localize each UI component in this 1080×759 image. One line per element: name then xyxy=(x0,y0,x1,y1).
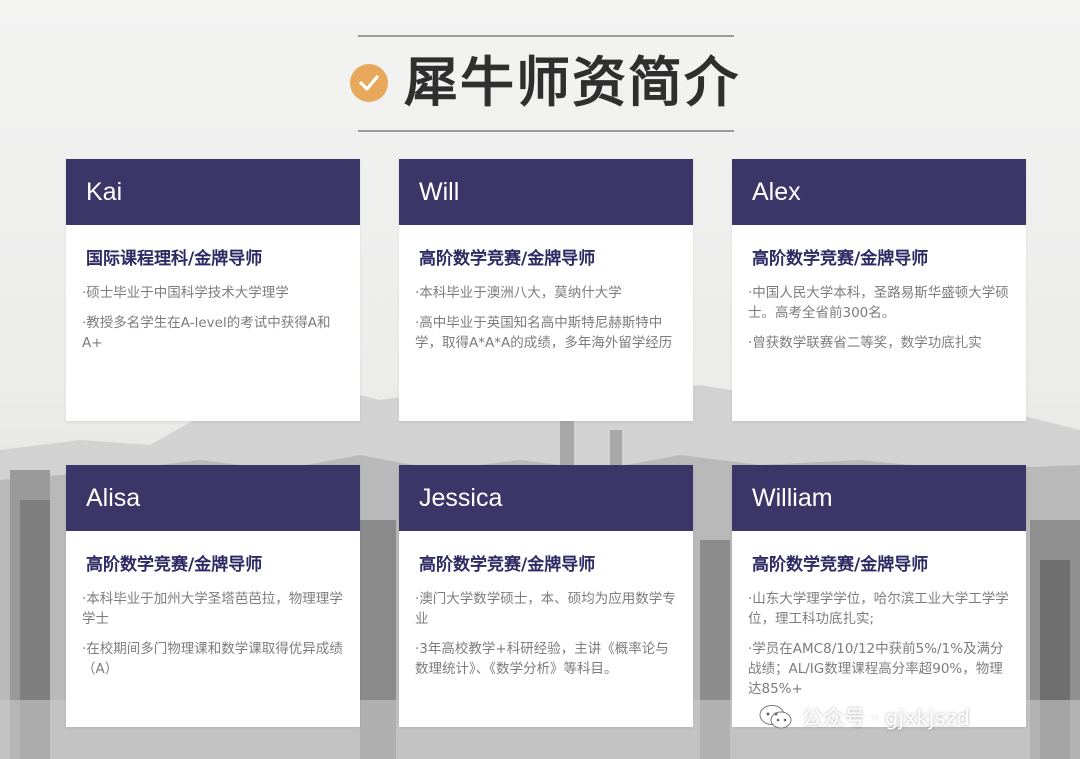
check-circle-icon xyxy=(350,64,388,102)
teacher-role: 高阶数学竞赛/金牌导师 xyxy=(752,249,929,269)
teacher-bullets: ·山东大学理学学位，哈尔滨工业大学工学学位，理工科功底扎实; ·学员在AMC8/… xyxy=(748,589,1012,699)
teacher-role: 国际课程理科/金牌导师 xyxy=(86,249,263,269)
bullet-item: ·在校期间多门物理课和数学课取得优异成绩（A） xyxy=(82,641,343,677)
teacher-card-alisa: Alisa 高阶数学竞赛/金牌导师 ·本科毕业于加州大学圣塔芭芭拉，物理理学学士… xyxy=(66,465,360,727)
title-divider-bottom xyxy=(358,130,734,132)
title-divider-top xyxy=(358,35,734,37)
wechat-icon xyxy=(759,705,792,729)
watermark-text: 公众号 · gjxkjszd xyxy=(802,706,970,730)
teacher-card-jessica: Jessica 高阶数学竞赛/金牌导师 ·澳门大学数学硕士，本、硕均为应用数学专… xyxy=(399,465,693,727)
teacher-name: Will xyxy=(399,159,693,225)
teacher-bullets: ·本科毕业于加州大学圣塔芭芭拉，物理理学学士 ·在校期间多门物理课和数学课取得优… xyxy=(82,589,346,679)
teacher-card-william: William 高阶数学竞赛/金牌导师 ·山东大学理学学位，哈尔滨工业大学工学学… xyxy=(732,465,1026,727)
teacher-card-alex: Alex 高阶数学竞赛/金牌导师 ·中国人民大学本科，圣路易斯华盛顿大学硕士。高… xyxy=(732,159,1026,421)
bullet-item: ·曾获数学联赛省二等奖，数学功底扎实 xyxy=(748,335,982,351)
bullet-item: ·本科毕业于加州大学圣塔芭芭拉，物理理学学士 xyxy=(82,591,343,627)
teacher-card-kai: Kai 国际课程理科/金牌导师 ·硕士毕业于中国科学技术大学理学 ·教授多名学生… xyxy=(66,159,360,421)
bullet-item: ·硕士毕业于中国科学技术大学理学 xyxy=(82,285,289,301)
teacher-role: 高阶数学竞赛/金牌导师 xyxy=(419,249,596,269)
bullet-item: ·中国人民大学本科，圣路易斯华盛顿大学硕士。高考全省前300名。 xyxy=(748,285,1009,321)
teacher-bullets: ·中国人民大学本科，圣路易斯华盛顿大学硕士。高考全省前300名。 ·曾获数学联赛… xyxy=(748,283,1012,353)
teacher-bullets: ·硕士毕业于中国科学技术大学理学 ·教授多名学生在A-level的考试中获得A和… xyxy=(82,283,346,353)
teacher-name: William xyxy=(732,465,1026,531)
bullet-item: ·学员在AMC8/10/12中获前5%/1%及满分战绩；AL/IG数理课程高分率… xyxy=(748,641,1004,697)
bullet-item: ·澳门大学数学硕士，本、硕均为应用数学专业 xyxy=(415,591,676,627)
page-title: 犀牛师资简介 xyxy=(404,51,740,114)
teacher-role: 高阶数学竞赛/金牌导师 xyxy=(419,555,596,575)
bullet-item: ·山东大学理学学位，哈尔滨工业大学工学学位，理工科功底扎实; xyxy=(748,591,1009,627)
teacher-name: Kai xyxy=(66,159,360,225)
teacher-name: Alex xyxy=(732,159,1026,225)
teacher-role: 高阶数学竞赛/金牌导师 xyxy=(86,555,263,575)
bullet-item: ·3年高校教学+科研经验，主讲《概率论与数理统计》、《数学分析》等科目。 xyxy=(415,641,669,677)
teacher-name: Jessica xyxy=(399,465,693,531)
bullet-item: ·高中毕业于英国知名高中斯特尼赫斯特中学，取得A*A*A的成绩，多年海外留学经历 xyxy=(415,315,673,351)
teacher-name: Alisa xyxy=(66,465,360,531)
wechat-watermark: 公众号 · gjxkjszd xyxy=(758,702,970,732)
title-area: 犀牛师资简介 xyxy=(0,0,1080,150)
bullet-item: ·教授多名学生在A-level的考试中获得A和A+ xyxy=(82,315,331,351)
teacher-bullets: ·澳门大学数学硕士，本、硕均为应用数学专业 ·3年高校教学+科研经验，主讲《概率… xyxy=(415,589,679,679)
teacher-bullets: ·本科毕业于澳洲八大，莫纳什大学 ·高中毕业于英国知名高中斯特尼赫斯特中学，取得… xyxy=(415,283,679,353)
teacher-card-will: Will 高阶数学竞赛/金牌导师 ·本科毕业于澳洲八大，莫纳什大学 ·高中毕业于… xyxy=(399,159,693,421)
bullet-item: ·本科毕业于澳洲八大，莫纳什大学 xyxy=(415,285,622,301)
teacher-role: 高阶数学竞赛/金牌导师 xyxy=(752,555,929,575)
